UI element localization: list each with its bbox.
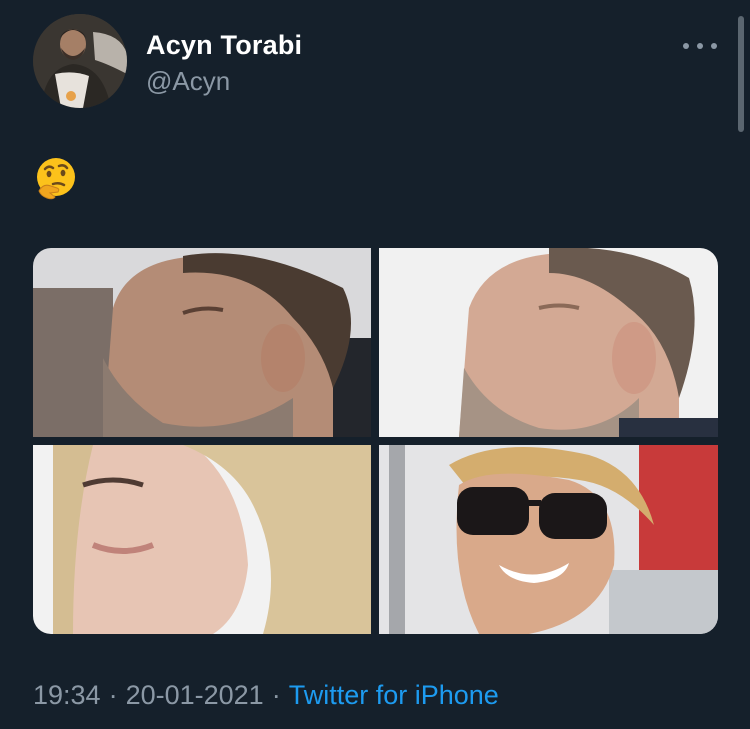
thinking-face-emoji-icon (33, 155, 79, 201)
avatar-photo (33, 14, 127, 108)
more-dot (697, 43, 703, 49)
media-grid (33, 248, 718, 634)
media-photo-4[interactable] (379, 445, 718, 634)
tweet-metadata: 19:34 · 20-01-2021 · Twitter for iPhone (33, 680, 499, 711)
meta-separator: · (271, 680, 281, 710)
media-photo-3[interactable] (33, 445, 371, 634)
tweet-detail: Acyn Torabi @Acyn 19:34 · 20-01-2021 · T… (0, 0, 750, 729)
author-name[interactable]: Acyn Torabi (146, 30, 302, 61)
media-photo-2[interactable] (379, 248, 718, 437)
more-options-icon[interactable] (683, 36, 717, 56)
tweet-date: 20-01-2021 (125, 680, 264, 710)
more-dot (683, 43, 689, 49)
author-handle[interactable]: @Acyn (146, 66, 230, 97)
scrollbar-thumb[interactable] (738, 16, 744, 132)
more-dot (711, 43, 717, 49)
tweet-time: 19:34 (33, 680, 101, 710)
tweet-source-link[interactable]: Twitter for iPhone (289, 680, 499, 710)
author-avatar[interactable] (33, 14, 127, 108)
meta-separator: · (108, 680, 118, 710)
media-photo-1[interactable] (33, 248, 371, 437)
